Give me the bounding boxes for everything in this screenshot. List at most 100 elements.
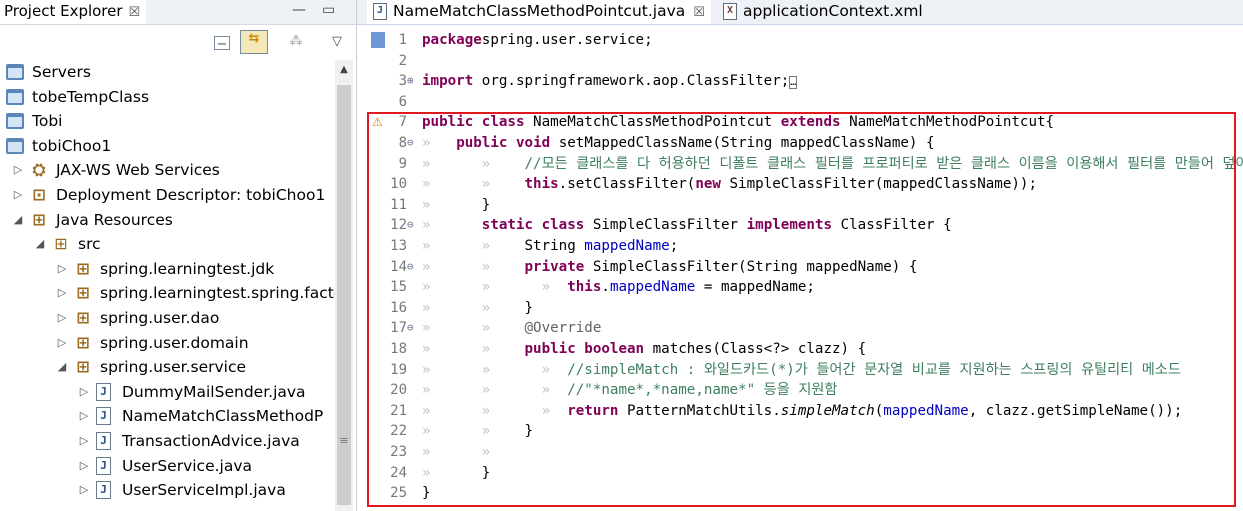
code-token: » xyxy=(422,196,482,213)
close-icon[interactable]: ☒ xyxy=(129,5,141,20)
code-token: @Override xyxy=(524,320,602,337)
tree-item-label: Java Resources xyxy=(56,210,173,229)
expand-arrow-icon[interactable]: ▷ xyxy=(78,429,90,453)
code-token: ( xyxy=(874,402,884,419)
tree-item-label: spring.user.dao xyxy=(100,309,220,327)
line-number: 19 xyxy=(390,361,407,378)
package-icon: ⊞ xyxy=(76,283,90,303)
code-token: public xyxy=(422,114,474,131)
tree-item-label: JAX-WS Web Services xyxy=(56,161,220,180)
tab-label: applicationContext.xml xyxy=(743,2,923,20)
code-token: this xyxy=(567,279,602,296)
code-text: » » } xyxy=(422,421,533,442)
code-token: » » xyxy=(422,238,525,254)
code-token: , clazz.getSimpleName()); xyxy=(968,402,1183,419)
code-token: private xyxy=(524,258,585,275)
line-number: 13 xyxy=(390,238,407,254)
collapse-fold-icon[interactable]: ⊖ xyxy=(407,215,421,236)
code-token: » » » xyxy=(422,361,568,378)
tree-item-label: DummyMailSender.java xyxy=(122,382,306,401)
expand-arrow-icon[interactable]: ▷ xyxy=(12,158,24,182)
code-token: » » » xyxy=(422,279,568,296)
code-token: » » xyxy=(422,258,525,275)
tree-item-label: NameMatchClassMethodP xyxy=(122,407,324,426)
code-token: » » xyxy=(422,423,525,440)
code-text: » » » //"*name*,*name,name*" 등을 지원함 xyxy=(422,380,837,401)
tree-item-label: Tobi xyxy=(32,112,63,131)
code-text: » public void setMappedClassName(String … xyxy=(422,133,935,154)
code-token: SimpleClassFilter xyxy=(584,217,747,234)
expand-arrow-icon[interactable]: ▷ xyxy=(56,331,68,355)
expand-arrow-icon[interactable]: ▷ xyxy=(78,478,90,502)
package-icon: ⊞ xyxy=(76,332,90,352)
tree-item-label: tobeTempClass xyxy=(32,87,150,106)
collapsed-import-icon[interactable]: … xyxy=(789,76,798,90)
collapse-all-icon[interactable]: − xyxy=(214,36,230,52)
tab-project-explorer[interactable]: Project Explorer ☒ xyxy=(0,0,147,24)
tree-item-label: Servers xyxy=(32,63,91,81)
collapse-arrow-icon[interactable]: ◢ xyxy=(56,355,68,379)
java-file-icon: J xyxy=(96,481,111,500)
scroll-up-icon[interactable]: ▲ xyxy=(335,64,353,75)
code-text: » » » return PatternMatchUtils.simpleMat… xyxy=(422,401,1182,422)
code-token: } xyxy=(422,485,431,502)
expand-arrow-icon[interactable]: ▷ xyxy=(56,257,68,281)
close-icon[interactable]: ☒ xyxy=(693,5,705,20)
code-token: matches(Class<?> clazz) { xyxy=(644,341,867,357)
line-number: 10 xyxy=(390,176,407,193)
code-token: void xyxy=(515,135,551,151)
scrollbar-grip-icon: ≡ xyxy=(339,434,349,447)
tree-item-label: spring.user.domain xyxy=(100,333,249,352)
expand-arrow-icon[interactable]: ▷ xyxy=(56,281,68,305)
code-token: simpleMatch xyxy=(780,402,875,419)
code-token: static xyxy=(481,217,534,234)
code-token: = mappedName; xyxy=(695,279,815,296)
collapse-fold-icon[interactable]: ⊖ xyxy=(407,318,421,339)
expand-arrow-icon[interactable]: ▷ xyxy=(78,404,90,428)
expand-arrow-icon[interactable]: ▷ xyxy=(56,306,68,330)
collapse-fold-icon[interactable]: ⊖ xyxy=(407,133,421,154)
line-number: 20 xyxy=(390,382,407,399)
descriptor-icon: ⊡ xyxy=(32,185,46,204)
tree-item-label: src xyxy=(78,235,101,254)
code-token: //"*name*,*name,name*" 등을 지원함 xyxy=(567,382,838,399)
java-file-icon: J xyxy=(96,432,111,450)
tab-namematch-pointcut[interactable]: J NameMatchClassMethodPointcut.java ☒ xyxy=(367,0,711,24)
tab-label: NameMatchClassMethodPointcut.java xyxy=(393,2,686,20)
project-explorer-panel: Project Explorer ☒ — ▭ − ⇆ ⁂ ▽ Servers tob… xyxy=(0,0,357,511)
collapse-fold-icon[interactable]: ⊖ xyxy=(407,257,421,278)
explorer-scrollbar[interactable]: ▲ ≡ xyxy=(335,60,353,511)
code-text: » } xyxy=(422,463,490,484)
code-token: public xyxy=(524,341,576,357)
code-token: SimpleClassFilter(mappedClassName)); xyxy=(720,176,1038,193)
tab-application-context[interactable]: XapplicationContext.xml xyxy=(723,0,923,24)
webservice-icon: ⛭ xyxy=(32,160,46,180)
tree-item-label: Deployment Descriptor: tobiChoo1 xyxy=(56,186,326,204)
line-number: 22 xyxy=(390,423,407,440)
line-number: 25 xyxy=(390,485,407,502)
minimize-icon[interactable]: — xyxy=(292,2,306,18)
view-menu-icon[interactable]: ▽ xyxy=(328,34,346,50)
expand-arrow-icon[interactable]: ▷ xyxy=(12,183,24,207)
collapse-arrow-icon[interactable]: ◢ xyxy=(12,208,24,232)
expand-arrow-icon[interactable]: ▷ xyxy=(78,380,90,404)
maximize-icon[interactable]: ▭ xyxy=(322,2,335,18)
code-token: boolean xyxy=(584,341,645,357)
code-token: » » » xyxy=(422,402,568,419)
expand-fold-icon[interactable]: ⊕ xyxy=(407,71,421,92)
code-token: setMappedClassName(String mappedClassNam… xyxy=(550,135,935,151)
collapse-arrow-icon[interactable]: ◢ xyxy=(34,232,46,256)
code-token: NameMatchClassMethodPointcut xyxy=(524,114,781,131)
code-token: String xyxy=(524,238,585,254)
code-token: » xyxy=(422,135,440,151)
tree-item-label: spring.learningtest.jdk xyxy=(100,259,275,278)
code-token: this xyxy=(524,176,559,193)
link-with-editor-icon[interactable]: ⇆ xyxy=(240,30,268,54)
expand-arrow-icon[interactable]: ▷ xyxy=(78,454,90,478)
tree-item-label: TransactionAdvice.java xyxy=(122,432,300,450)
code-token: class xyxy=(481,114,525,131)
filters-icon[interactable]: ⁂ xyxy=(287,34,305,50)
